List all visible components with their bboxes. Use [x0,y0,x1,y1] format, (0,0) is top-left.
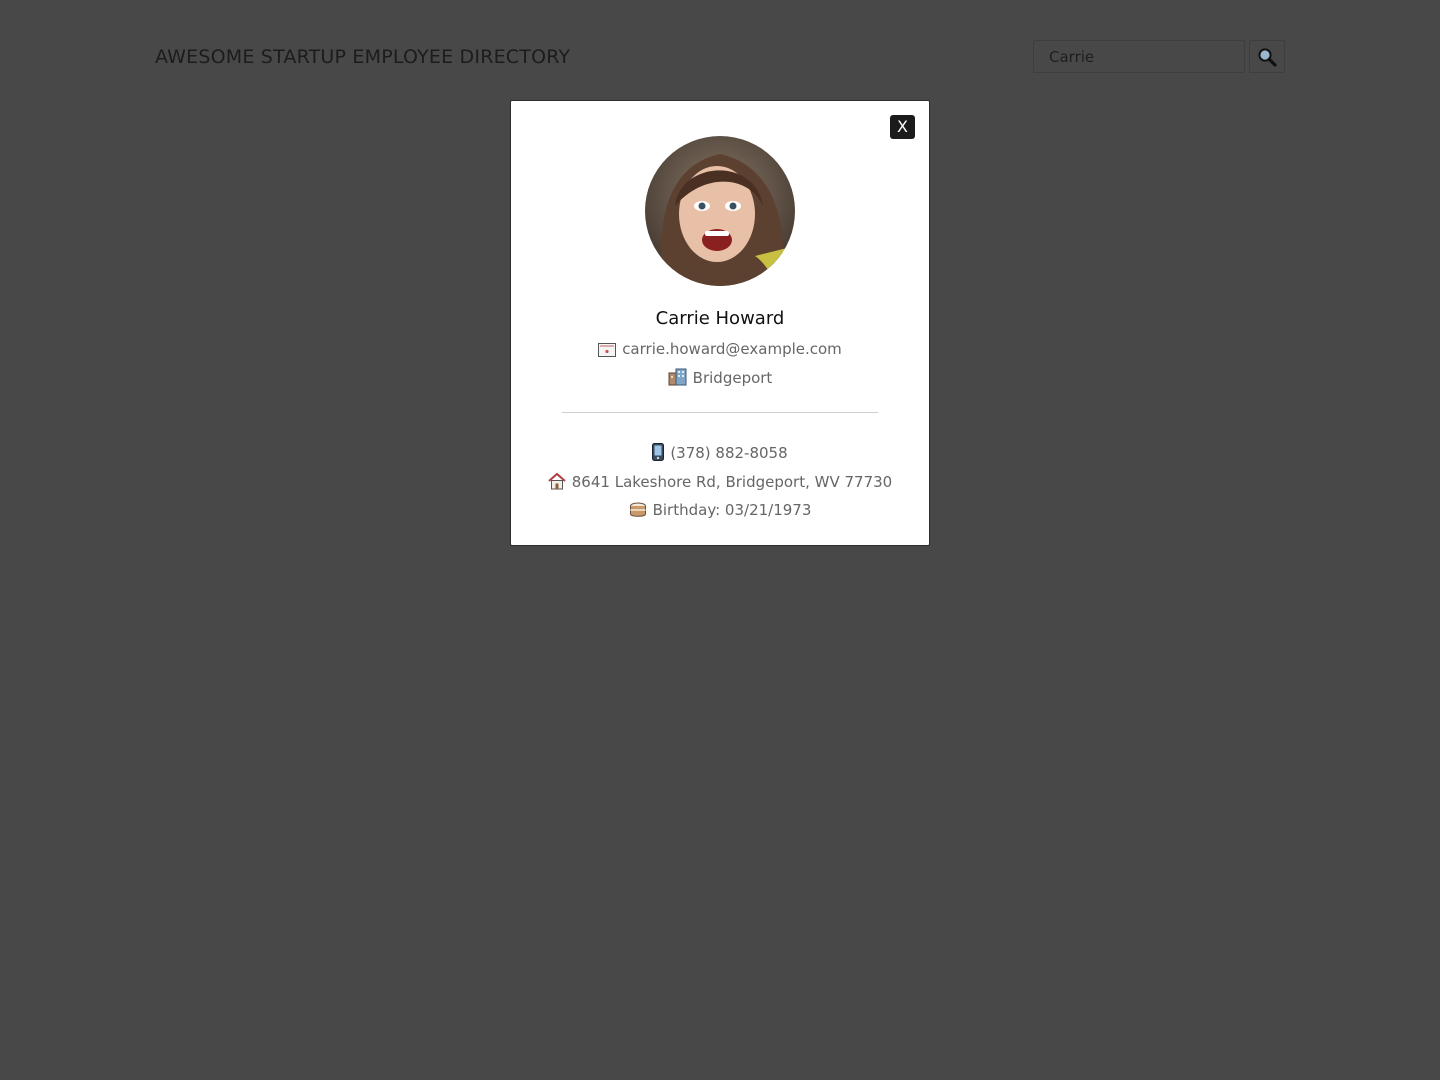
birthday-text: Birthday: 03/21/1973 [652,501,812,519]
birthday-line: Birthday: 03/21/1973 [511,500,929,522]
email-icon [598,343,617,361]
email-text: carrie.howard@example.com [622,340,842,358]
phone-line: (378) 882-8058 [511,443,929,465]
employee-modal: X Carrie Howard carrie.howard@example.co… [510,100,930,546]
city-line: Bridgeport [511,368,929,390]
cake-icon [629,500,647,522]
address-line: 8641 Lakeshore Rd, Bridgeport, WV 77730 [511,472,929,494]
phone-icon [652,443,665,465]
address-text: 8641 Lakeshore Rd, Bridgeport, WV 77730 [571,473,893,491]
phone-text: (378) 882-8058 [670,444,788,462]
search-button[interactable] [1249,40,1285,73]
city-icon [668,368,687,390]
search-icon [1258,47,1277,67]
page-title: AWESOME STARTUP EMPLOYEE DIRECTORY [155,46,571,68]
house-icon [548,472,566,494]
close-button[interactable]: X [890,115,915,139]
email-line: carrie.howard@example.com [511,340,929,361]
employee-name: Carrie Howard [655,308,785,329]
search-form [1033,40,1285,73]
city-text: Bridgeport [692,369,773,387]
search-input[interactable] [1033,40,1245,73]
avatar [645,136,795,286]
page-overlay: AWESOME STARTUP EMPLOYEE DIRECTORY X [0,0,1440,1080]
divider [562,412,878,413]
